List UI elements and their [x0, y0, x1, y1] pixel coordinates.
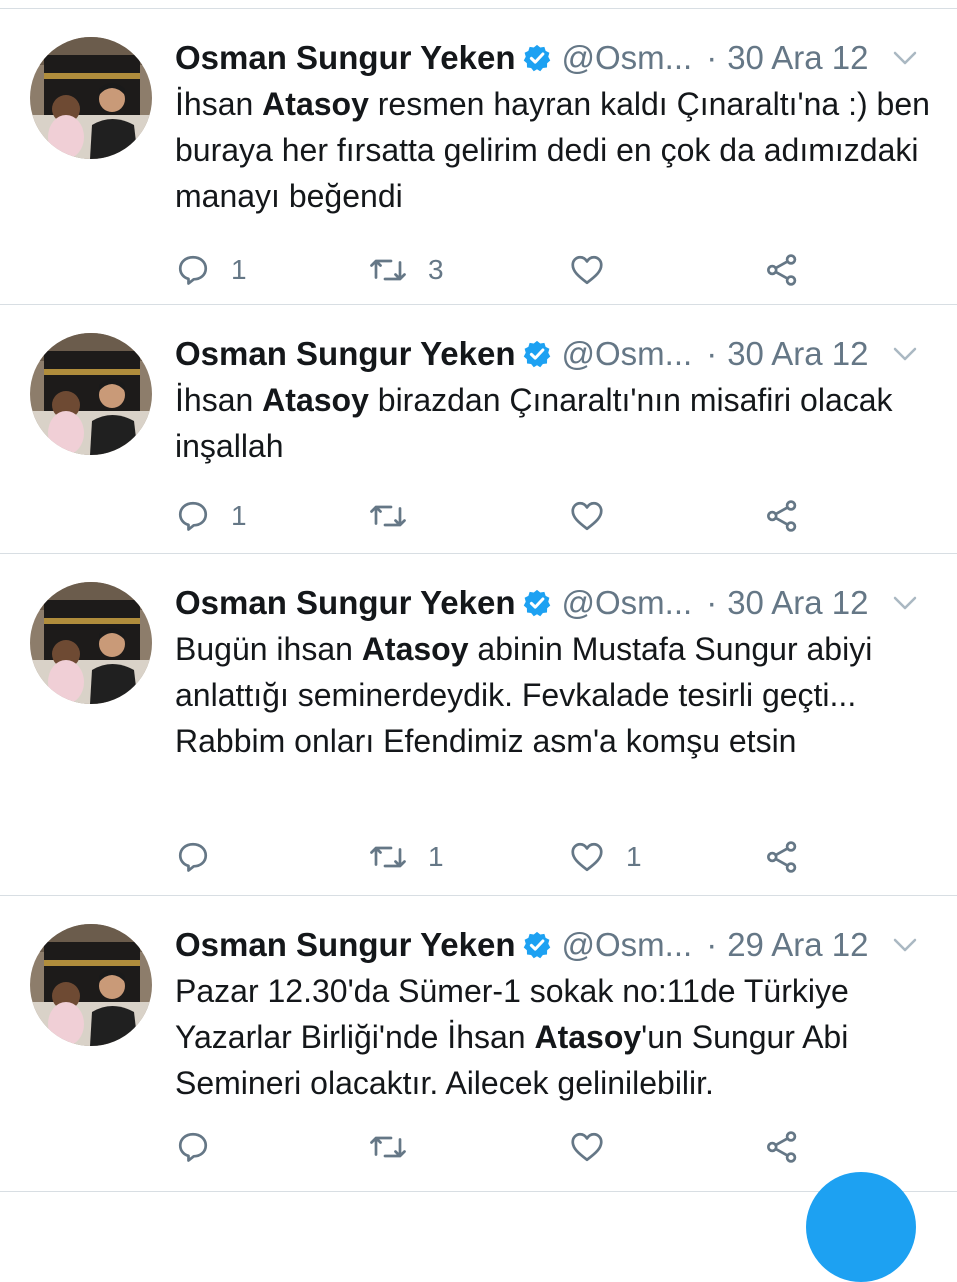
- top-divider: [0, 0, 957, 9]
- verified-badge-icon: [523, 931, 550, 959]
- retweet-icon: [370, 259, 406, 281]
- tweet-header: Osman Sungur Yeken @Osm... · 30 Ara 12: [175, 578, 937, 628]
- author-handle[interactable]: @Osm...: [562, 584, 693, 622]
- retweet-button[interactable]: [368, 1122, 428, 1172]
- text-part: Bugün ihsan: [175, 631, 362, 667]
- reply-count: 1: [231, 500, 247, 531]
- tweet-text: İhsan Atasoy birazdan Çınaraltı'nın misa…: [175, 377, 937, 469]
- retweet-icon: [370, 505, 406, 527]
- heart-icon: [571, 255, 603, 285]
- like-button[interactable]: 1: [568, 832, 642, 882]
- reply-button[interactable]: 1: [175, 491, 247, 541]
- tweet-text: Pazar 12.30'da Sümer-1 sokak no:11de Tür…: [175, 968, 937, 1106]
- tweet-1[interactable]: Osman Sungur Yeken @Osm... · 30 Ara 12 İ…: [0, 9, 957, 305]
- retweet-button[interactable]: [368, 491, 428, 541]
- chevron-down-icon[interactable]: [890, 339, 920, 369]
- share-button[interactable]: [763, 245, 801, 295]
- tweet-actions: 1 3: [175, 245, 957, 295]
- retweet-button[interactable]: 3: [368, 245, 444, 295]
- reply-button[interactable]: [175, 1122, 231, 1172]
- retweet-icon: [370, 846, 406, 868]
- text-part: İhsan: [175, 382, 263, 418]
- separator-dot: ·: [706, 39, 718, 76]
- retweet-icon: [370, 1136, 406, 1158]
- share-icon: [767, 254, 797, 286]
- heart-icon: [571, 1132, 603, 1162]
- avatar[interactable]: [30, 37, 152, 159]
- tweet-date[interactable]: 30 Ara 12: [727, 39, 868, 77]
- chevron-down-icon[interactable]: [890, 588, 920, 618]
- share-icon: [767, 1131, 797, 1163]
- profile-photo: [30, 37, 152, 159]
- separator-dot: ·: [706, 926, 718, 963]
- verified-badge-icon: [523, 44, 550, 72]
- reply-button[interactable]: 1: [175, 245, 247, 295]
- highlighted-term: Atasoy: [534, 1019, 642, 1055]
- tweet-4[interactable]: Osman Sungur Yeken @Osm... · 29 Ara 12 P…: [0, 896, 957, 1192]
- retweet-button[interactable]: 1: [368, 832, 444, 882]
- tweet-text: Bugün ihsan Atasoy abinin Mustafa Sungur…: [175, 626, 937, 764]
- author-name[interactable]: Osman Sungur Yeken: [175, 584, 516, 622]
- like-button[interactable]: [568, 245, 626, 295]
- author-name[interactable]: Osman Sungur Yeken: [175, 39, 516, 77]
- chevron-down-icon[interactable]: [890, 43, 920, 73]
- separator-dot: ·: [706, 584, 718, 621]
- tweet-3[interactable]: Osman Sungur Yeken @Osm... · 30 Ara 12 B…: [0, 554, 957, 896]
- profile-photo: [30, 333, 152, 455]
- share-icon: [767, 500, 797, 532]
- tweet-date[interactable]: 30 Ara 12: [727, 335, 868, 373]
- separator-dot: ·: [706, 335, 718, 372]
- author-handle[interactable]: @Osm...: [562, 39, 693, 77]
- tweet-actions: [175, 1122, 957, 1172]
- reply-button[interactable]: [175, 832, 231, 882]
- tweet-date[interactable]: 29 Ara 12: [727, 926, 868, 964]
- reply-icon: [178, 1132, 208, 1162]
- avatar[interactable]: [30, 582, 152, 704]
- retweet-count: 1: [428, 841, 444, 872]
- verified-badge-icon: [523, 340, 550, 368]
- avatar[interactable]: [30, 924, 152, 1046]
- share-button[interactable]: [763, 832, 801, 882]
- reply-count: 1: [231, 254, 247, 285]
- share-icon: [767, 841, 797, 873]
- heart-icon: [571, 501, 603, 531]
- tweet-date[interactable]: 30 Ara 12: [727, 584, 868, 622]
- author-name[interactable]: Osman Sungur Yeken: [175, 335, 516, 373]
- verified-badge-icon: [523, 589, 550, 617]
- highlighted-term: Atasoy: [262, 382, 369, 418]
- avatar[interactable]: [30, 333, 152, 455]
- tweet-header: Osman Sungur Yeken @Osm... · 30 Ara 12: [175, 33, 937, 83]
- reply-icon: [178, 501, 208, 531]
- like-button[interactable]: [568, 491, 626, 541]
- retweet-count: 3: [428, 254, 444, 285]
- reply-icon: [178, 842, 208, 872]
- heart-icon: [571, 842, 603, 872]
- tweet-actions: 1 1: [175, 832, 957, 882]
- author-name[interactable]: Osman Sungur Yeken: [175, 926, 516, 964]
- highlighted-term: Atasoy: [262, 86, 369, 122]
- tweet-header: Osman Sungur Yeken @Osm... · 29 Ara 12: [175, 920, 937, 970]
- highlighted-term: Atasoy: [361, 631, 469, 667]
- reply-icon: [178, 255, 208, 285]
- chevron-down-icon[interactable]: [890, 930, 920, 960]
- text-part: İhsan: [175, 86, 263, 122]
- profile-photo: [30, 924, 152, 1046]
- share-button[interactable]: [763, 491, 801, 541]
- tweet-text: İhsan Atasoy resmen hayran kaldı Çınaral…: [175, 81, 937, 219]
- compose-tweet-button[interactable]: [806, 1172, 916, 1282]
- tweet-header: Osman Sungur Yeken @Osm... · 30 Ara 12: [175, 329, 937, 379]
- tweet-2[interactable]: Osman Sungur Yeken @Osm... · 30 Ara 12 İ…: [0, 305, 957, 554]
- like-count: 1: [626, 841, 642, 872]
- author-handle[interactable]: @Osm...: [562, 926, 693, 964]
- author-handle[interactable]: @Osm...: [562, 335, 693, 373]
- tweet-actions: 1: [175, 491, 957, 541]
- profile-photo: [30, 582, 152, 704]
- like-button[interactable]: [568, 1122, 626, 1172]
- share-button[interactable]: [763, 1122, 801, 1172]
